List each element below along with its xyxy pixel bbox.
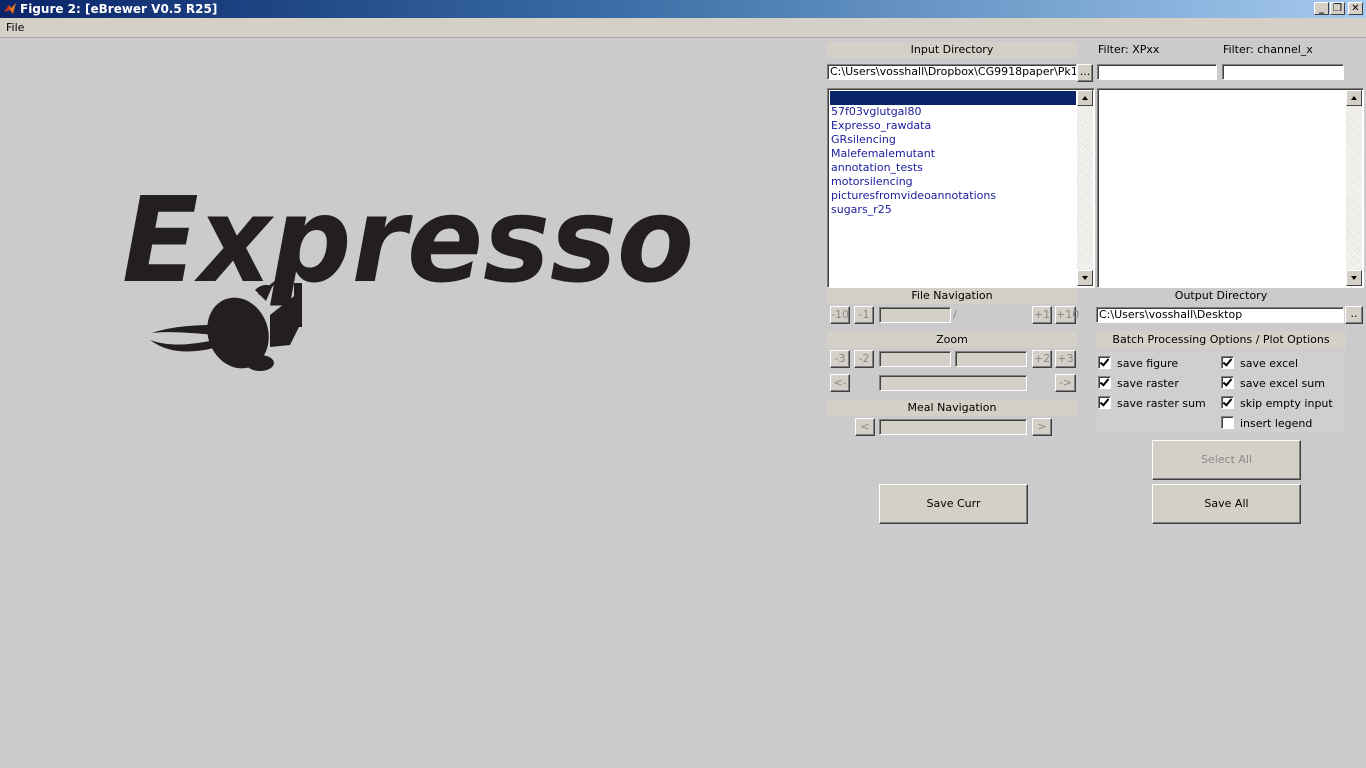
skip-empty-input-label: skip empty input xyxy=(1240,397,1333,410)
file-nav-minus1-button[interactable]: -1 xyxy=(854,306,874,324)
directory-list-item[interactable]: annotation_tests xyxy=(830,161,1076,175)
zoom-range-field[interactable] xyxy=(879,375,1027,391)
checkbox-checked-icon[interactable] xyxy=(1221,356,1234,369)
save-figure-checkbox[interactable]: save figure xyxy=(1098,356,1178,371)
filter-xpxx-label: Filter: XPxx xyxy=(1098,43,1160,56)
save-excel-sum-label: save excel sum xyxy=(1240,377,1325,390)
checkbox-checked-icon[interactable] xyxy=(1221,396,1234,409)
file-listbox[interactable] xyxy=(1097,88,1364,288)
directory-list: 57f03vglutgal80 Expresso_rawdata GRsilenci… xyxy=(830,91,1076,217)
zoom-to-field[interactable] xyxy=(955,351,1027,367)
file-navigation-label: File Navigation xyxy=(827,288,1077,304)
zoom-plus3-button[interactable]: +3 xyxy=(1055,350,1076,368)
save-excel-sum-checkbox[interactable]: save excel sum xyxy=(1221,376,1325,391)
menu-file[interactable]: File xyxy=(6,21,24,34)
checkbox-checked-icon[interactable] xyxy=(1221,376,1234,389)
batch-options-label: Batch Processing Options / Plot Options xyxy=(1096,331,1346,349)
meal-nav-field[interactable] xyxy=(879,419,1027,435)
zoom-right-button[interactable]: -> xyxy=(1055,374,1076,392)
input-directory-label: Input Directory xyxy=(827,42,1077,58)
scroll-down-arrow-icon[interactable] xyxy=(1346,270,1362,286)
meal-nav-prev-button[interactable]: < xyxy=(855,418,875,436)
input-directory-field[interactable]: C:\Users\vosshall\Dropbox\CG9918paper\Pk… xyxy=(827,64,1077,80)
save-raster-sum-label: save raster sum xyxy=(1117,397,1206,410)
matlab-logo-icon xyxy=(4,3,16,14)
zoom-from-field[interactable] xyxy=(879,351,951,367)
scroll-up-arrow-icon[interactable] xyxy=(1077,90,1093,106)
expresso-logo-graphic: Expresso xyxy=(122,171,694,371)
checkbox-checked-icon[interactable] xyxy=(1098,356,1111,369)
output-directory-label: Output Directory xyxy=(1174,289,1268,302)
directory-list-scrollbar[interactable] xyxy=(1077,90,1093,286)
logo-wordmark: Expresso xyxy=(122,175,694,309)
save-raster-sum-checkbox[interactable]: save raster sum xyxy=(1098,396,1206,411)
expresso-logo: Expresso xyxy=(120,171,720,385)
output-directory-field[interactable]: C:\Users\vosshall\Desktop xyxy=(1096,307,1344,323)
close-button[interactable]: ✕ xyxy=(1348,2,1363,15)
file-nav-plus10-button[interactable]: +10 xyxy=(1055,306,1079,324)
zoom-minus3-button[interactable]: -3 xyxy=(830,350,850,368)
directory-list-item[interactable] xyxy=(830,91,1076,105)
window-title: Figure 2: [eBrewer V0.5 R25] xyxy=(20,2,218,16)
insert-legend-checkbox[interactable]: insert legend xyxy=(1221,416,1312,431)
save-excel-checkbox[interactable]: save excel xyxy=(1221,356,1298,371)
zoom-left-button[interactable]: <- xyxy=(830,374,850,392)
save-raster-checkbox[interactable]: save raster xyxy=(1098,376,1179,391)
meal-navigation-label: Meal Navigation xyxy=(827,400,1077,416)
input-directory-listbox[interactable]: 57f03vglutgal80 Expresso_rawdata GRsilenci… xyxy=(827,88,1095,288)
select-all-button[interactable]: Select All xyxy=(1152,440,1301,480)
file-nav-separator: / xyxy=(953,308,957,321)
directory-list-item[interactable]: Malefemalemutant xyxy=(830,147,1076,161)
save-excel-label: save excel xyxy=(1240,357,1299,370)
checkbox-checked-icon[interactable] xyxy=(1098,396,1111,409)
minimize-button[interactable]: _ xyxy=(1314,2,1329,15)
output-directory-browse-button[interactable]: .. xyxy=(1345,306,1363,324)
save-all-button[interactable]: Save All xyxy=(1152,484,1301,524)
filter-channel-label: Filter: channel_x xyxy=(1223,43,1313,56)
file-nav-minus10-button[interactable]: -10 xyxy=(830,306,850,324)
directory-list-item[interactable]: motorsilencing xyxy=(830,175,1076,189)
save-curr-button[interactable]: Save Curr xyxy=(879,484,1028,524)
insert-legend-label: insert legend xyxy=(1240,417,1313,430)
save-raster-label: save raster xyxy=(1117,377,1179,390)
directory-list-item[interactable]: 57f03vglutgal80 xyxy=(830,105,1076,119)
title-bar: Figure 2: [eBrewer V0.5 R25] _ ❐ ✕ xyxy=(0,0,1366,18)
checkbox-checked-icon[interactable] xyxy=(1098,376,1111,389)
directory-list-item[interactable]: picturesfromvideoannotations xyxy=(830,189,1076,203)
file-nav-current-field[interactable] xyxy=(879,307,951,323)
file-nav-plus1-button[interactable]: +1 xyxy=(1032,306,1052,324)
filter-channel-input[interactable] xyxy=(1222,64,1344,80)
input-directory-browse-button[interactable]: ... xyxy=(1077,64,1093,82)
scroll-up-arrow-icon[interactable] xyxy=(1346,90,1362,106)
zoom-plus2-button[interactable]: +2 xyxy=(1032,350,1052,368)
zoom-label: Zoom xyxy=(827,332,1077,348)
checkbox-unchecked-icon[interactable] xyxy=(1221,416,1234,429)
directory-list-item[interactable]: sugars_r25 xyxy=(830,203,1076,217)
directory-list-item[interactable]: Expresso_rawdata xyxy=(830,119,1076,133)
skip-empty-input-checkbox[interactable]: skip empty input xyxy=(1221,396,1333,411)
filter-xpxx-input[interactable] xyxy=(1097,64,1217,80)
restore-button[interactable]: ❐ xyxy=(1330,2,1345,15)
file-list-scrollbar[interactable] xyxy=(1346,90,1362,286)
directory-list-item[interactable]: GRsilencing xyxy=(830,133,1076,147)
meal-nav-next-button[interactable]: > xyxy=(1032,418,1052,436)
menu-bar: File xyxy=(0,18,1366,38)
save-figure-label: save figure xyxy=(1117,357,1179,370)
scroll-down-arrow-icon[interactable] xyxy=(1077,270,1093,286)
zoom-minus2-button[interactable]: -2 xyxy=(854,350,874,368)
